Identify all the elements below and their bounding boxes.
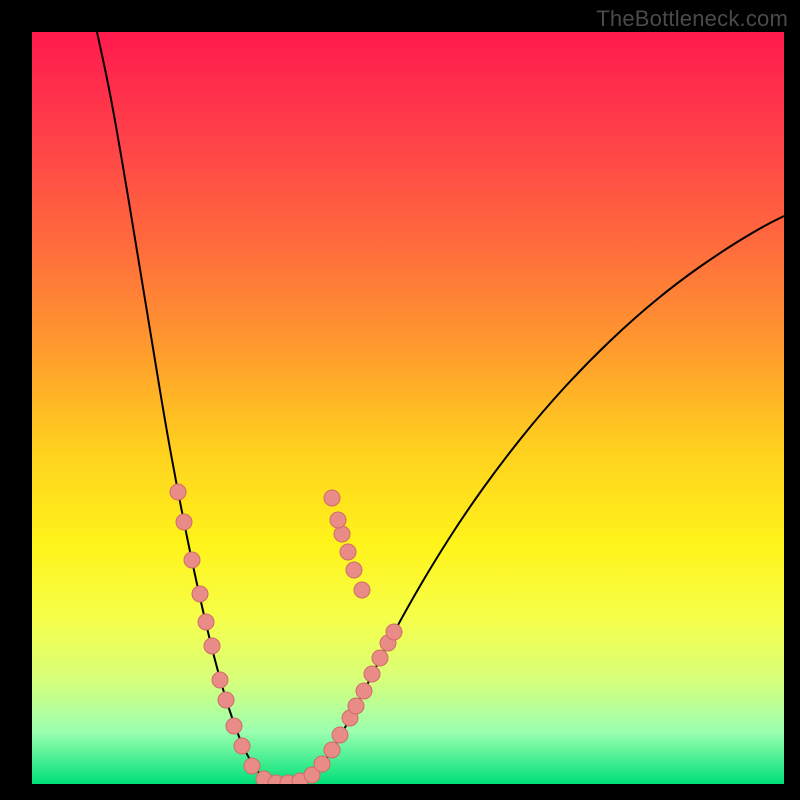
highlight-dot <box>372 650 388 666</box>
highlight-dot <box>354 582 370 598</box>
highlight-dot <box>176 514 192 530</box>
highlight-dot <box>234 738 250 754</box>
highlight-dot <box>226 718 242 734</box>
highlight-dot <box>314 756 330 772</box>
highlight-dot <box>332 727 348 743</box>
highlight-dot <box>340 544 356 560</box>
chart-svg <box>32 32 784 784</box>
plot-area <box>32 32 784 784</box>
highlight-dot <box>198 614 214 630</box>
highlight-dot <box>244 758 260 774</box>
highlight-dot <box>218 692 234 708</box>
highlight-dot <box>364 666 380 682</box>
highlight-dot <box>346 562 362 578</box>
highlight-dot <box>324 742 340 758</box>
highlight-dot <box>204 638 220 654</box>
highlight-dot <box>386 624 402 640</box>
highlight-dot <box>170 484 186 500</box>
highlight-dot <box>212 672 228 688</box>
highlight-dot <box>184 552 200 568</box>
watermark-label: TheBottleneck.com <box>596 6 788 32</box>
bottleneck-curve <box>97 32 784 783</box>
highlight-dot <box>330 512 346 528</box>
highlight-dot <box>348 698 364 714</box>
highlight-dot <box>192 586 208 602</box>
highlight-dot <box>334 526 350 542</box>
highlight-dot <box>324 490 340 506</box>
highlight-dot <box>356 683 372 699</box>
chart-frame: TheBottleneck.com <box>0 0 800 800</box>
